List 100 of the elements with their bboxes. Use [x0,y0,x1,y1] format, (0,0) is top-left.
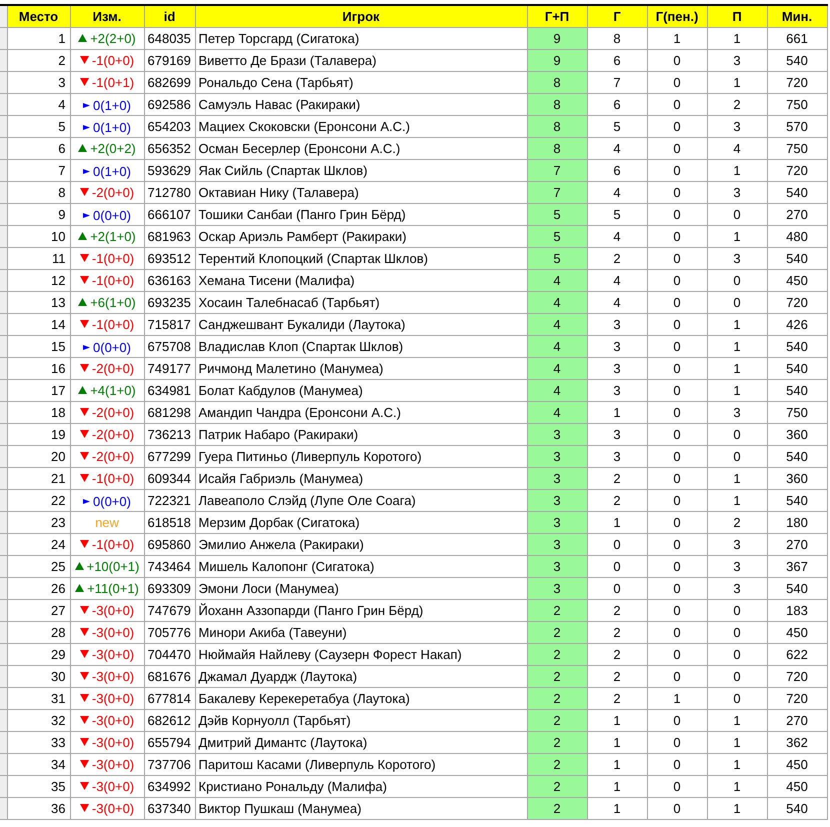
table-cell: 2 [527,599,587,621]
rank-change: -3(0+0) [92,624,134,642]
table-cell: 3 [527,511,587,533]
table-cell: 1 [707,159,767,181]
table-cell: 1 [707,379,767,401]
table-cell: 4 [587,181,647,203]
table-cell: 21 [7,467,70,489]
table-cell: 749177 [144,357,195,379]
rank-change: -3(0+0) [92,756,134,774]
table-cell: 750 [767,137,827,159]
table-cell: 747679 [144,599,195,621]
rank-change: -3(0+0) [92,646,134,664]
table-cell: 17 [7,379,70,401]
table-cell: 8 [527,115,587,137]
table-cell: 2 [527,731,587,753]
table-cell: 3 [587,445,647,467]
table-cell: 720 [767,665,827,687]
table-cell: 8 [527,93,587,115]
table-cell: 661 [767,27,827,49]
down-triangle-icon [80,276,89,284]
table-cell: 4 [527,269,587,291]
table-cell: 5 [527,225,587,247]
table-cell: 3 [527,423,587,445]
table-cell: 0 [587,533,647,555]
table-cell: 0 [647,467,707,489]
table-cell: 0 [647,643,707,665]
rank-change: -1(0+0) [92,470,134,488]
table-cell: 4 [587,269,647,291]
table-cell: 450 [767,753,827,775]
table-cell: 2 [527,643,587,665]
down-triangle-icon [80,452,89,460]
table-cell: 19 [7,423,70,445]
rank-change: -1(0+1) [92,74,134,92]
rank-change: -3(0+0) [92,778,134,796]
table-cell: 1 [587,401,647,423]
table-cell: 705776 [144,621,195,643]
rank-change: 0(1+0) [93,96,131,114]
table-cell: 1 [587,797,647,819]
table-cell: 0 [647,577,707,599]
table-cell: 1 [707,27,767,49]
table-cell: 8 [7,181,70,203]
table-cell: 5 [527,203,587,225]
table-cell: 540 [767,489,827,511]
table-cell: 4 [527,401,587,423]
table-cell: 720 [767,687,827,709]
table-cell: 30 [7,665,70,687]
table-cell: 636163 [144,269,195,291]
table-cell: 3 [527,533,587,555]
table-cell: 8 [527,137,587,159]
table-cell: 270 [767,709,827,731]
table-cell: 2 [527,687,587,709]
table-cell: 0 [647,159,707,181]
table-cell: 0 [647,357,707,379]
down-triangle-icon [80,364,89,372]
table-cell: 712780 [144,181,195,203]
table-cell: Джамал Дуардж (Лаутока) [195,665,527,687]
table-cell: 695860 [144,533,195,555]
table-cell: 33 [7,731,70,753]
rank-change: +6(1+0) [90,294,136,312]
table-cell: 540 [767,797,827,819]
table-cell: 677299 [144,445,195,467]
table-cell: 681963 [144,225,195,247]
table-cell: 12 [7,269,70,291]
table-cell: 634992 [144,775,195,797]
table-cell: 362 [767,731,827,753]
table-cell: Осман Бесерлер (Еронсони А.С.) [195,137,527,159]
rank-change: -2(0+0) [92,426,134,444]
table-cell: 0 [647,753,707,775]
table-cell: Санджешвант Букалиди (Лаутока) [195,313,527,335]
table-cell: 480 [767,225,827,247]
table-cell: Тошики Санбаи (Панго Грин Бёрд) [195,203,527,225]
table-cell: Петер Торсгард (Сигатока) [195,27,527,49]
down-triangle-icon [80,474,89,482]
table-cell: 360 [767,467,827,489]
table-cell: Самуэль Навас (Ракираки) [195,93,527,115]
table-cell: 1 [707,357,767,379]
table-cell: 25 [7,555,70,577]
table-cell: 3 [587,423,647,445]
table-cell: 656352 [144,137,195,159]
table-cell: Кристиано Рональду (Малифа) [195,775,527,797]
table-cell: 2 [587,687,647,709]
table-cell: Гуера Питиньо (Ливерпуль Коротого) [195,445,527,467]
table-cell: 1 [587,731,647,753]
up-triangle-icon [78,144,88,152]
table-cell: 1 [587,775,647,797]
table-cell: 618518 [144,511,195,533]
table-cell: 0 [647,445,707,467]
table-cell: 34 [7,753,70,775]
table-cell: 0 [647,621,707,643]
table-cell: 2 [587,247,647,269]
table-cell: 270 [767,203,827,225]
table-cell: 682699 [144,71,195,93]
table-cell: 0 [647,203,707,225]
table-cell: 16 [7,357,70,379]
table-cell: 637340 [144,797,195,819]
rank-change: -3(0+0) [92,800,134,818]
table-cell: 3 [527,489,587,511]
down-triangle-icon [80,430,89,438]
table-cell: 736213 [144,423,195,445]
table-cell: 0 [587,555,647,577]
